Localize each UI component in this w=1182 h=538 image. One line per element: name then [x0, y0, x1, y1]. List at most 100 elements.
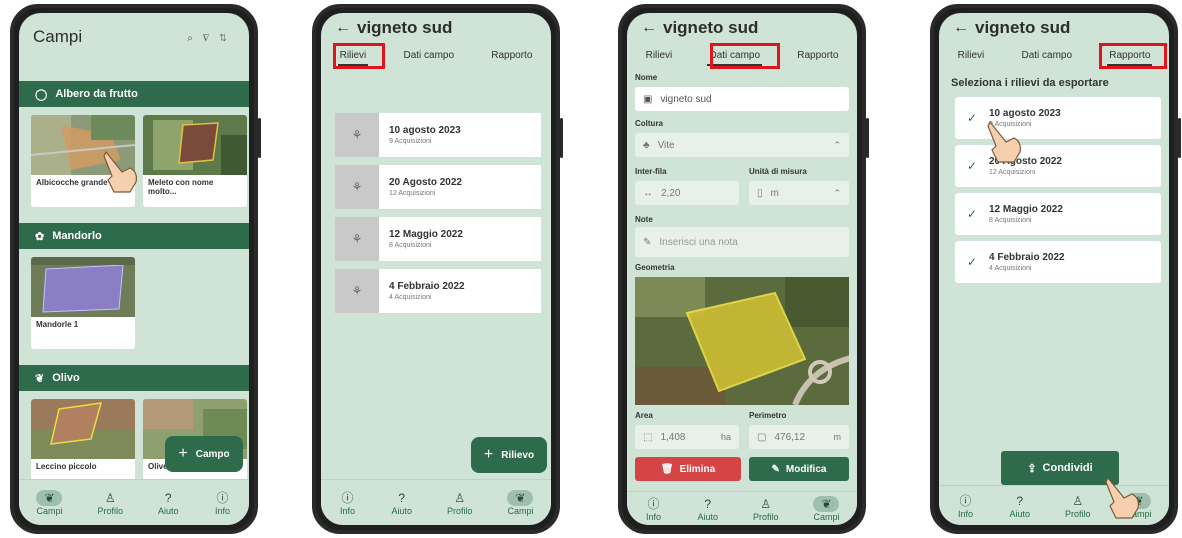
bottom-nav: ⓘInfo ?Aiuto ♙Profilo ❦Campi	[321, 479, 551, 525]
field-card[interactable]: Leccino piccolo	[31, 399, 135, 491]
back-icon[interactable]: ←	[641, 19, 663, 37]
leaf-icon: ✿	[35, 230, 45, 243]
modifica-button[interactable]: ✎ Modifica	[749, 457, 849, 481]
note-field[interactable]: ✎ Inserisci una nota	[635, 227, 849, 257]
checkbox-checked[interactable]: ✓	[967, 207, 989, 221]
nav-label: Aiuto	[391, 505, 412, 516]
tab-dati-campo[interactable]: Dati campo	[399, 48, 458, 63]
interfila-field[interactable]: ↔ 2,20	[635, 181, 739, 205]
toolbar: ⌕∇⇅	[187, 33, 237, 44]
nav-campi[interactable]: ❦Campi	[36, 489, 63, 516]
survey-icon: ⚘	[335, 113, 379, 157]
nav-label: Aiuto	[697, 511, 718, 522]
nav-label: Profilo	[752, 511, 779, 522]
unita-select[interactable]: ▯ m ⌃	[749, 181, 849, 205]
modifica-label: Modifica	[785, 463, 827, 475]
field-card[interactable]: Meleto con nome molto...	[143, 115, 247, 207]
nav-label: Aiuto	[1009, 508, 1030, 519]
item-count: 4 Acquisizioni	[389, 294, 432, 301]
card-label: Meleto con nome molto...	[148, 178, 214, 196]
tab-rapporto[interactable]: Rapporto	[487, 48, 536, 63]
screen-dati-campo: ← vigneto sud Rilievi Dati campo Rapport…	[627, 13, 857, 525]
list-item[interactable]: ⚘ 4 Febbraio 2022 4 Acquisizioni	[335, 269, 541, 313]
page-title: vigneto sud	[663, 18, 759, 37]
add-campo-button[interactable]: + Campo	[165, 436, 243, 472]
back-icon[interactable]: ←	[335, 19, 357, 37]
nav-profilo[interactable]: ♙ Profilo	[97, 490, 123, 516]
screen-campi: Campi ⌕∇⇅ ◯ Albero da frutto Albicocche …	[19, 13, 249, 525]
section-mandorlo: ✿ Mandorlo	[19, 223, 249, 249]
list-item[interactable]: ✓ 4 Febbraio 2022 4 Acquisizioni	[955, 241, 1161, 283]
phone-rapporto: ← vigneto sud Rilievi Dati campo Rapport…	[930, 4, 1181, 534]
list-item[interactable]: ⚘ 20 Agosto 2022 12 Acquisizioni	[335, 165, 541, 209]
user-icon: ♙	[104, 490, 116, 505]
add-rilievo-button[interactable]: + Rilievo	[471, 437, 547, 473]
list-item[interactable]: ✓ 12 Maggio 2022 8 Acquisizioni	[955, 193, 1161, 235]
elimina-button[interactable]: 🗑 Elimina	[635, 457, 741, 481]
section-label: Albero da frutto	[55, 88, 138, 100]
nav-info[interactable]: ⓘ Info	[338, 490, 356, 516]
field-card[interactable]: Mandorle 1	[31, 257, 135, 349]
list-item[interactable]: ⚘ 12 Maggio 2022 8 Acquisizioni	[335, 217, 541, 261]
ruler-icon: ▯	[757, 187, 763, 199]
tab-rilievi[interactable]: Rilievi	[642, 48, 677, 63]
nome-field[interactable]: ▣ vigneto sud	[635, 87, 849, 111]
survey-icon: ⚘	[335, 165, 379, 209]
perimetro-field: ▢ 476,12 m	[749, 425, 849, 449]
apple-icon: ◯	[35, 88, 48, 101]
area-unit: ha	[720, 432, 731, 442]
help-icon: ?	[704, 496, 712, 511]
grape-icon: ♣	[643, 139, 650, 151]
nav-campi[interactable]: ❦Campi	[507, 489, 534, 516]
perimetro-value: 476,12	[774, 431, 806, 443]
nav-label: Campi	[507, 505, 534, 516]
note-placeholder: Inserisci una nota	[659, 236, 738, 248]
interfila-label: Inter-fila	[635, 167, 667, 176]
nav-aiuto[interactable]: ? Aiuto	[1009, 493, 1030, 519]
back-icon[interactable]: ←	[953, 19, 975, 37]
search-icon[interactable]: ⌕	[187, 33, 203, 44]
phone-dati-campo: ← vigneto sud Rilievi Dati campo Rapport…	[618, 4, 869, 534]
coltura-label: Coltura	[635, 119, 663, 128]
tab-dati-campo[interactable]: Dati campo	[1017, 48, 1076, 63]
checkbox-checked[interactable]: ✓	[967, 255, 989, 269]
tab-rilievi[interactable]: Rilievi	[954, 48, 989, 63]
perimetro-label: Perimetro	[749, 411, 787, 420]
nav-info[interactable]: ⓘ Info	[956, 493, 974, 519]
user-icon: ♙	[1072, 493, 1084, 508]
coltura-select[interactable]: ♣ Vite ⌃	[635, 133, 849, 157]
filter-icon[interactable]: ∇	[203, 33, 219, 44]
perimeter-icon: ▢	[757, 431, 767, 443]
item-count: 9 Acquisizioni	[389, 138, 432, 145]
sort-icon[interactable]: ⇅	[219, 33, 237, 44]
nav-aiuto[interactable]: ? Aiuto	[158, 490, 179, 516]
nav-profilo[interactable]: ♙ Profilo	[447, 490, 473, 516]
tab-rapporto[interactable]: Rapporto	[793, 48, 842, 63]
nav-label: Info	[214, 505, 230, 516]
item-count: 8 Acquisizioni	[989, 217, 1032, 224]
pencil-icon: ✎	[771, 463, 780, 475]
field-map[interactable]	[635, 277, 849, 405]
nav-profilo[interactable]: ♙ Profilo	[1065, 493, 1091, 519]
nav-aiuto[interactable]: ? Aiuto	[391, 490, 412, 516]
text-icon: ▣	[643, 93, 653, 105]
list-item[interactable]: ⚘ 10 agosto 2023 9 Acquisizioni	[335, 113, 541, 157]
perimetro-unit: m	[833, 432, 842, 442]
nav-campi[interactable]: ❦Campi	[813, 495, 839, 522]
nav-info[interactable]: ⓘ Info	[644, 496, 662, 522]
tap-hand-icon	[987, 120, 1021, 163]
page-title: Campi	[33, 27, 83, 46]
nav-profilo[interactable]: ♙ Profilo	[753, 496, 779, 522]
tap-hand-icon	[103, 150, 137, 193]
nav-label: Profilo	[1064, 508, 1091, 519]
area-value: 1,408	[660, 431, 686, 443]
section-label: Mandorlo	[52, 230, 102, 242]
nav-info[interactable]: ⓘ Info	[213, 490, 231, 516]
top-bar: ← vigneto sud	[627, 13, 857, 43]
section-olivo: ❦ Olivo	[19, 365, 249, 391]
highlight-box	[1099, 43, 1167, 69]
interfila-value: 2,20	[661, 187, 681, 199]
nav-aiuto[interactable]: ? Aiuto	[697, 496, 718, 522]
item-count: 12 Acquisizioni	[389, 190, 436, 197]
item-count: 4 Acquisizioni	[989, 265, 1032, 272]
